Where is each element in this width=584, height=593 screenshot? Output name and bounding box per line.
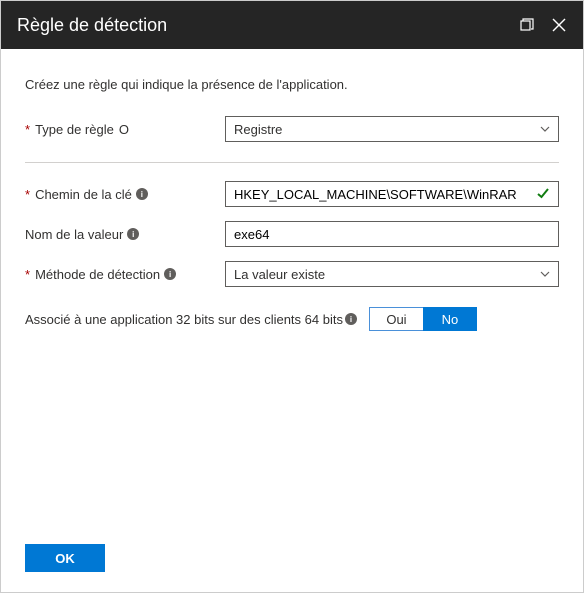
dialog-header: Règle de détection <box>1 1 583 49</box>
check-icon <box>536 186 550 203</box>
input-key-path[interactable] <box>234 187 530 202</box>
label-associated-32-text: Associé à une application 32 bits sur de… <box>25 312 343 327</box>
row-detection-method: * Méthode de détection i La valeur exist… <box>25 261 559 287</box>
label-rule-type: * Type de règle O <box>25 122 225 137</box>
section-divider <box>25 162 559 163</box>
chevron-down-icon <box>540 124 550 135</box>
label-value-name: Nom de la valeur i <box>25 227 225 242</box>
required-marker: * <box>25 187 30 202</box>
label-value-name-text: Nom de la valeur <box>25 227 123 242</box>
toggle-associated-32: Oui No <box>369 307 477 331</box>
info-text: O <box>119 122 129 137</box>
info-icon[interactable]: i <box>345 313 357 325</box>
dialog-footer: OK <box>1 528 583 592</box>
header-actions <box>519 17 567 33</box>
input-value-name[interactable] <box>234 227 550 242</box>
select-rule-type[interactable]: Registre <box>225 116 559 142</box>
info-icon[interactable]: i <box>136 188 148 200</box>
label-detection-method-text: Méthode de détection <box>35 267 160 282</box>
row-associated-32: Associé à une application 32 bits sur de… <box>25 307 559 331</box>
description-text: Créez une règle qui indique la présence … <box>25 77 559 92</box>
required-marker: * <box>25 122 30 137</box>
info-icon[interactable]: i <box>164 268 176 280</box>
row-value-name: Nom de la valeur i <box>25 221 559 247</box>
select-detection-method-value: La valeur existe <box>234 267 325 282</box>
row-rule-type: * Type de règle O Registre <box>25 116 559 142</box>
row-key-path: * Chemin de la clé i <box>25 181 559 207</box>
restore-icon[interactable] <box>519 17 535 33</box>
dialog-content: Créez une règle qui indique la présence … <box>1 49 583 528</box>
chevron-down-icon <box>540 269 550 280</box>
select-rule-type-value: Registre <box>234 122 282 137</box>
toggle-no[interactable]: No <box>423 307 477 331</box>
input-value-name-wrapper <box>225 221 559 247</box>
label-key-path: * Chemin de la clé i <box>25 187 225 202</box>
toggle-yes[interactable]: Oui <box>369 307 423 331</box>
label-detection-method: * Méthode de détection i <box>25 267 225 282</box>
select-detection-method[interactable]: La valeur existe <box>225 261 559 287</box>
label-rule-type-text: Type de règle <box>35 122 114 137</box>
input-key-path-wrapper <box>225 181 559 207</box>
info-icon[interactable]: i <box>127 228 139 240</box>
close-icon[interactable] <box>551 17 567 33</box>
label-key-path-text: Chemin de la clé <box>35 187 132 202</box>
dialog-title: Règle de détection <box>17 15 519 36</box>
required-marker: * <box>25 267 30 282</box>
label-associated-32: Associé à une application 32 bits sur de… <box>25 312 357 327</box>
ok-button[interactable]: OK <box>25 544 105 572</box>
